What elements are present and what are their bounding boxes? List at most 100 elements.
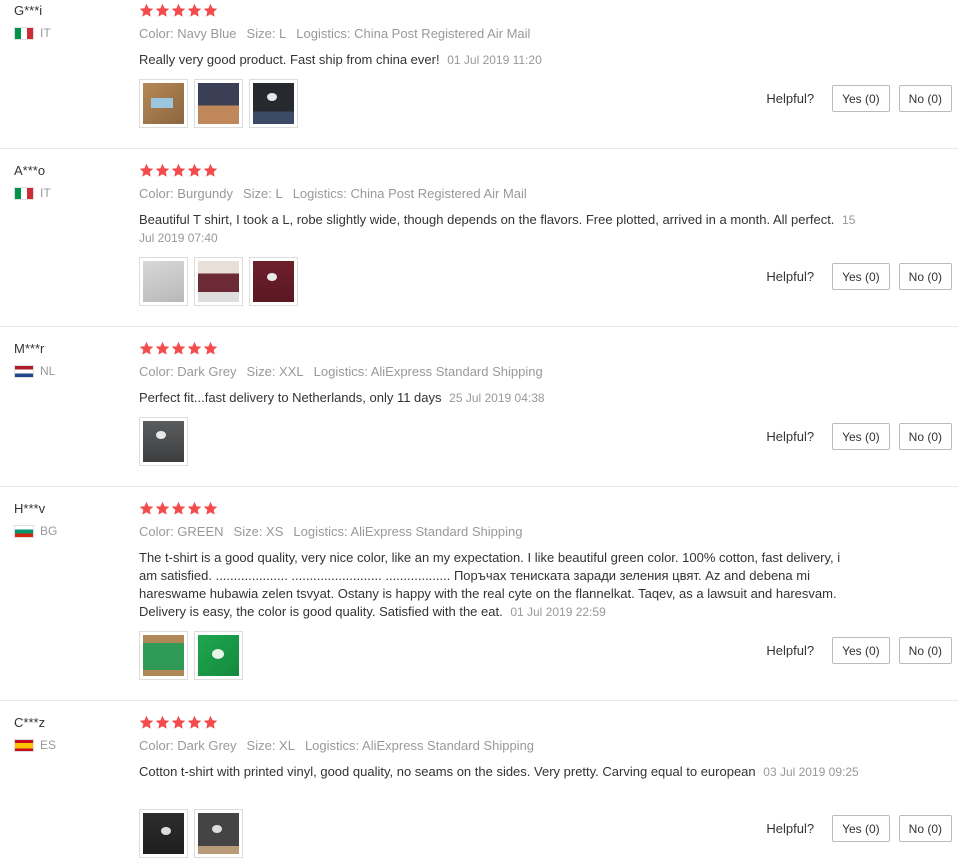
logistics: Logistics: China Post Registered Air Mai…	[292, 186, 527, 201]
netherlands-flag-icon	[14, 364, 34, 378]
review-body: Really very good product. Fast ship from…	[139, 51, 859, 69]
italy-flag-icon	[14, 186, 34, 200]
helpful-vote: Helpful? Yes (0) No (0)	[766, 263, 952, 290]
review-text: Really very good product. Fast ship from…	[139, 52, 440, 67]
review-photos	[139, 79, 298, 128]
star-icon	[171, 501, 186, 516]
review-photo[interactable]	[249, 257, 298, 306]
review-text: The t-shirt is a good quality, very nice…	[139, 550, 841, 619]
star-icon	[139, 3, 154, 18]
review-date: 03 Jul 2019 09:25	[763, 765, 859, 779]
review-date: 01 Jul 2019 11:20	[447, 53, 542, 67]
review-photo[interactable]	[194, 631, 243, 680]
product-size: Size: XS	[233, 524, 284, 539]
country-code: BG	[40, 524, 58, 538]
review-item: C***z ES Color: Dark Grey Size: XL Logisti…	[0, 712, 958, 867]
review-meta: Color: Dark Grey Size: XL Logistics: AliEx…	[139, 738, 544, 753]
star-icon	[139, 715, 154, 730]
reviewer-name: A***o	[14, 163, 46, 178]
product-color: Color: GREEN	[139, 524, 224, 539]
yes-button[interactable]: Yes (0)	[832, 423, 890, 450]
no-button[interactable]: No (0)	[898, 815, 952, 842]
review-text: Beautiful T shirt, I took a L, robe slig…	[139, 212, 835, 227]
review-photos	[139, 631, 243, 680]
star-icon	[155, 3, 170, 18]
review-text: Cotton t-shirt with printed vinyl, good …	[139, 764, 756, 779]
yes-button[interactable]: Yes (0)	[832, 85, 890, 112]
review-photos	[139, 257, 298, 306]
star-icon	[155, 341, 170, 356]
star-rating	[139, 163, 218, 178]
helpful-vote: Helpful? Yes (0) No (0)	[766, 637, 952, 664]
reviewer-name: C***z	[14, 715, 46, 730]
reviewer-country: ES	[14, 738, 56, 752]
reviewer-country: BG	[14, 524, 57, 538]
star-icon	[187, 163, 202, 178]
country-code: ES	[40, 738, 57, 752]
helpful-label: Helpful?	[766, 429, 815, 444]
review-body: The t-shirt is a good quality, very nice…	[139, 549, 859, 621]
review-photo[interactable]	[249, 79, 298, 128]
review-meta: Color: Navy Blue Size: L Logistics: China …	[139, 26, 540, 41]
logistics: Logistics: China Post Registered Air Mai…	[296, 26, 531, 41]
product-color: Color: Dark Grey	[139, 364, 237, 379]
review-date: 01 Jul 2019 22:59	[510, 605, 606, 619]
logistics: Logistics: AliExpress Standard Shipping	[304, 738, 535, 753]
star-icon	[203, 715, 218, 730]
helpful-label: Helpful?	[766, 643, 815, 658]
reviewer-country: IT	[14, 26, 51, 40]
star-icon	[187, 3, 202, 18]
yes-button[interactable]: Yes (0)	[832, 263, 890, 290]
no-button[interactable]: No (0)	[898, 423, 952, 450]
review-meta: Color: GREEN Size: XS Logistics: AliExpres…	[139, 524, 532, 539]
product-size: Size: L	[242, 186, 283, 201]
star-rating	[139, 341, 218, 356]
review-photo[interactable]	[139, 809, 188, 858]
review-item: G***i IT Color: Navy Blue Size: L Logistic…	[0, 0, 958, 149]
product-size: Size: XL	[246, 738, 295, 753]
review-date: 25 Jul 2019 04:38	[449, 391, 545, 405]
reviewer-country: NL	[14, 364, 55, 378]
star-icon	[139, 501, 154, 516]
review-photo[interactable]	[194, 809, 243, 858]
star-icon	[203, 163, 218, 178]
star-icon	[171, 715, 186, 730]
star-icon	[203, 341, 218, 356]
star-icon	[203, 3, 218, 18]
star-icon	[187, 501, 202, 516]
star-icon	[171, 163, 186, 178]
review-photo[interactable]	[194, 79, 243, 128]
review-body: Perfect fit...fast delivery to Netherlan…	[139, 389, 859, 407]
star-icon	[155, 715, 170, 730]
review-text: Perfect fit...fast delivery to Netherlan…	[139, 390, 442, 405]
yes-button[interactable]: Yes (0)	[832, 637, 890, 664]
italy-flag-icon	[14, 26, 34, 40]
review-body: Beautiful T shirt, I took a L, robe slig…	[139, 211, 859, 247]
helpful-vote: Helpful? Yes (0) No (0)	[766, 815, 952, 842]
review-photo[interactable]	[139, 257, 188, 306]
review-photos	[139, 417, 188, 466]
no-button[interactable]: No (0)	[898, 263, 952, 290]
helpful-label: Helpful?	[766, 91, 815, 106]
review-photo[interactable]	[139, 79, 188, 128]
reviewer-name: G***i	[14, 3, 43, 18]
star-icon	[171, 3, 186, 18]
no-button[interactable]: No (0)	[898, 85, 952, 112]
star-icon	[203, 501, 218, 516]
reviews-list: G***i IT Color: Navy Blue Size: L Logistic…	[0, 0, 965, 867]
star-rating	[139, 715, 218, 730]
no-button[interactable]: No (0)	[898, 637, 952, 664]
star-icon	[155, 501, 170, 516]
review-photo[interactable]	[139, 631, 188, 680]
review-photos	[139, 809, 243, 858]
review-photo[interactable]	[139, 417, 188, 466]
yes-button[interactable]: Yes (0)	[832, 815, 890, 842]
helpful-label: Helpful?	[766, 821, 815, 836]
review-photo[interactable]	[194, 257, 243, 306]
country-code: IT	[40, 186, 51, 200]
logistics: Logistics: AliExpress Standard Shipping	[293, 524, 523, 539]
review-item: M***r NL Color: Dark Grey Size: XXL Logist…	[0, 338, 958, 487]
product-size: Size: L	[246, 26, 287, 41]
country-code: NL	[40, 364, 56, 378]
logistics: Logistics: AliExpress Standard Shipping	[313, 364, 543, 379]
